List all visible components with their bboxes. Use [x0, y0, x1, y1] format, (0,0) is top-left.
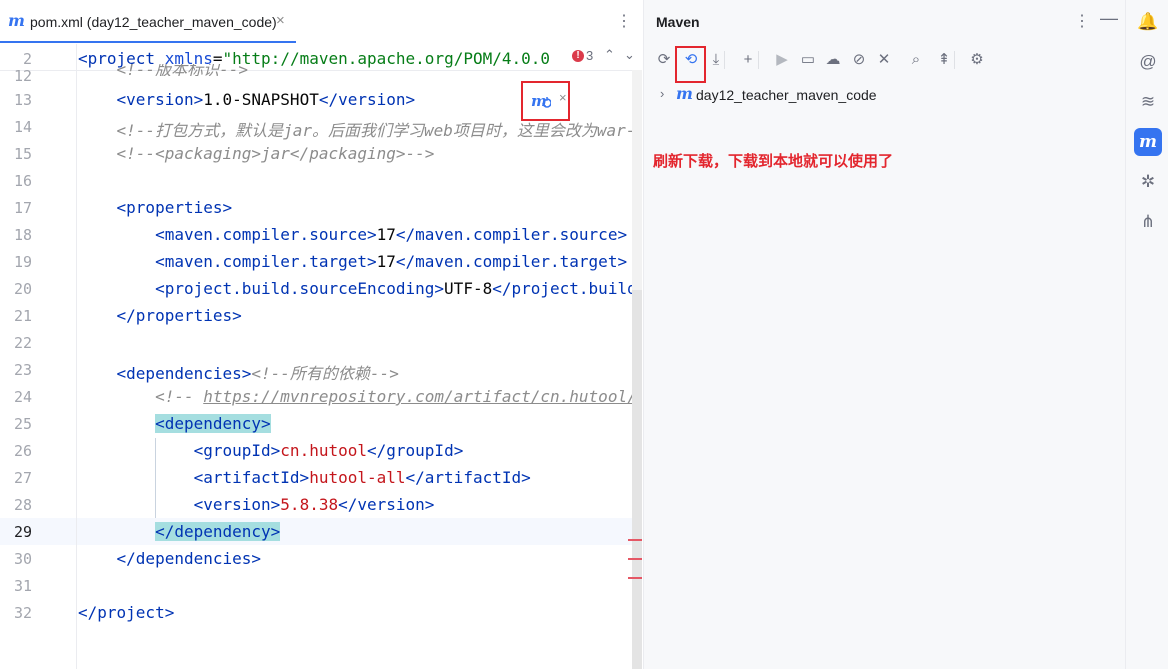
more-options-icon[interactable]: ⋮: [1074, 11, 1090, 31]
toolbar-separator: [724, 51, 725, 69]
collapse-all-icon[interactable]: ✕: [872, 48, 896, 72]
line-number: 30: [13, 550, 32, 568]
settings-icon[interactable]: ⚙: [965, 48, 989, 72]
active-tab-indicator: [0, 41, 296, 43]
code-line[interactable]: <properties>: [78, 198, 233, 217]
hide-panel-icon[interactable]: —: [1100, 8, 1118, 29]
offline-mode-icon[interactable]: ☁: [821, 48, 845, 72]
maven-file-icon: m: [8, 11, 25, 30]
line-number: 27: [13, 469, 32, 487]
line-number: 17: [13, 199, 32, 217]
scrollbar-thumb[interactable]: [632, 290, 642, 669]
error-icon[interactable]: !: [572, 50, 584, 62]
line-number: 16: [13, 172, 32, 190]
code-line[interactable]: <artifactId>hutool-all</artifactId>: [78, 468, 531, 487]
code-line[interactable]: </dependency>: [78, 522, 281, 541]
more-options-icon[interactable]: ⋮: [616, 11, 632, 31]
line-number: 22: [13, 334, 32, 352]
show-dependencies-icon[interactable]: ⇞: [932, 48, 956, 72]
editor-tab-bar: m pom.xml (day12_teacher_maven_code) × ⋮: [0, 0, 642, 43]
line-number: 24: [13, 388, 32, 406]
maven-tool-window: Maven ⋮ — ⟳ ⟲ ⤓ + ▶ ▭ ☁ ⊘ ✕ ⌕ ⇞ ⚙ › m day12_teacher…: [643, 0, 1126, 669]
skip-tests-icon[interactable]: ⊘: [847, 48, 871, 72]
next-highlight-icon[interactable]: ⌄: [624, 47, 635, 63]
line-number: 20: [13, 280, 32, 298]
database-icon[interactable]: ≋: [1134, 88, 1162, 116]
line-number: 19: [13, 253, 32, 271]
line-number: 12: [13, 67, 32, 85]
line-number: 15: [13, 145, 32, 163]
line-number: 31: [13, 577, 32, 595]
code-editor[interactable]: m pom.xml (day12_teacher_maven_code) × ⋮…: [0, 0, 642, 669]
maven-panel-title: Maven: [656, 14, 700, 30]
code-line[interactable]: <groupId>cn.hutool</groupId>: [78, 441, 464, 460]
error-stripe-mark[interactable]: [628, 539, 642, 541]
maven-module-icon: m: [676, 84, 693, 103]
code-line[interactable]: <dependencies><!--所有的依赖-->: [78, 360, 399, 384]
previous-highlight-icon[interactable]: ⌃: [604, 47, 615, 63]
structure-icon[interactable]: ⋔: [1134, 208, 1162, 236]
execute-goal-icon[interactable]: ▭: [796, 48, 820, 72]
run-icon[interactable]: ▶: [770, 48, 794, 72]
code-line[interactable]: <version>5.8.38</version>: [78, 495, 435, 514]
reload-all-icon[interactable]: ⟳: [652, 48, 676, 72]
code-line[interactable]: <maven.compiler.target>17</maven.compile…: [78, 252, 627, 271]
maven-project-node[interactable]: day12_teacher_maven_code: [696, 87, 877, 103]
annotation-box-popup: [521, 81, 570, 121]
line-number: 32: [13, 604, 32, 622]
line-number-gutter: [0, 44, 77, 669]
error-stripe-mark[interactable]: [628, 577, 642, 579]
toolbar-separator: [954, 51, 955, 69]
right-tool-strip: 🔔 @ ≋ m ✲ ⋔: [1125, 0, 1168, 669]
line-number: 25: [13, 415, 32, 433]
ai-assistant-icon[interactable]: @: [1134, 48, 1162, 76]
line-number: 13: [13, 91, 32, 109]
line-number: 21: [13, 307, 32, 325]
line-number: 29: [13, 523, 32, 541]
code-line[interactable]: <maven.compiler.source>17</maven.compile…: [78, 225, 627, 244]
code-line[interactable]: </project>: [78, 603, 174, 622]
editor-tab-pom[interactable]: m pom.xml (day12_teacher_maven_code) ×: [0, 0, 296, 43]
line-number: 26: [13, 442, 32, 460]
code-line[interactable]: <!--版本标识-->: [78, 64, 248, 76]
code-line[interactable]: <!-- https://mvnrepository.com/artifact/…: [78, 387, 642, 406]
expand-arrow-icon[interactable]: ›: [660, 86, 664, 101]
code-line[interactable]: <project.build.sourceEncoding>UTF-8</pro…: [78, 279, 642, 298]
annotation-text: 刷新下载，下载到本地就可以使用了: [653, 153, 894, 170]
toolbar-separator: [758, 51, 759, 69]
code-line[interactable]: <!--<packaging>jar</packaging>-->: [78, 144, 435, 163]
code-line[interactable]: </properties>: [78, 306, 242, 325]
error-stripe-mark[interactable]: [628, 558, 642, 560]
code-line[interactable]: </dependencies>: [78, 549, 262, 568]
tab-close-icon[interactable]: ×: [276, 12, 285, 29]
analyze-dependencies-icon[interactable]: ⌕: [904, 48, 928, 72]
notifications-icon[interactable]: 🔔: [1134, 8, 1162, 36]
line-number: 14: [13, 118, 32, 136]
line-number: 28: [13, 496, 32, 514]
code-line[interactable]: <version>1.0-SNAPSHOT</version>: [78, 90, 416, 109]
line-number: 18: [13, 226, 32, 244]
problem-count[interactable]: 3: [586, 48, 593, 63]
plugin-icon[interactable]: ✲: [1134, 168, 1162, 196]
code-line[interactable]: <dependency>: [78, 414, 271, 433]
add-icon[interactable]: +: [736, 48, 760, 72]
line-number: 2: [22, 50, 32, 68]
annotation-box-reload: [675, 46, 706, 83]
line-number: 23: [13, 361, 32, 379]
maven-tool-icon[interactable]: m: [1134, 128, 1162, 156]
tab-title: pom.xml (day12_teacher_maven_code): [30, 14, 277, 30]
